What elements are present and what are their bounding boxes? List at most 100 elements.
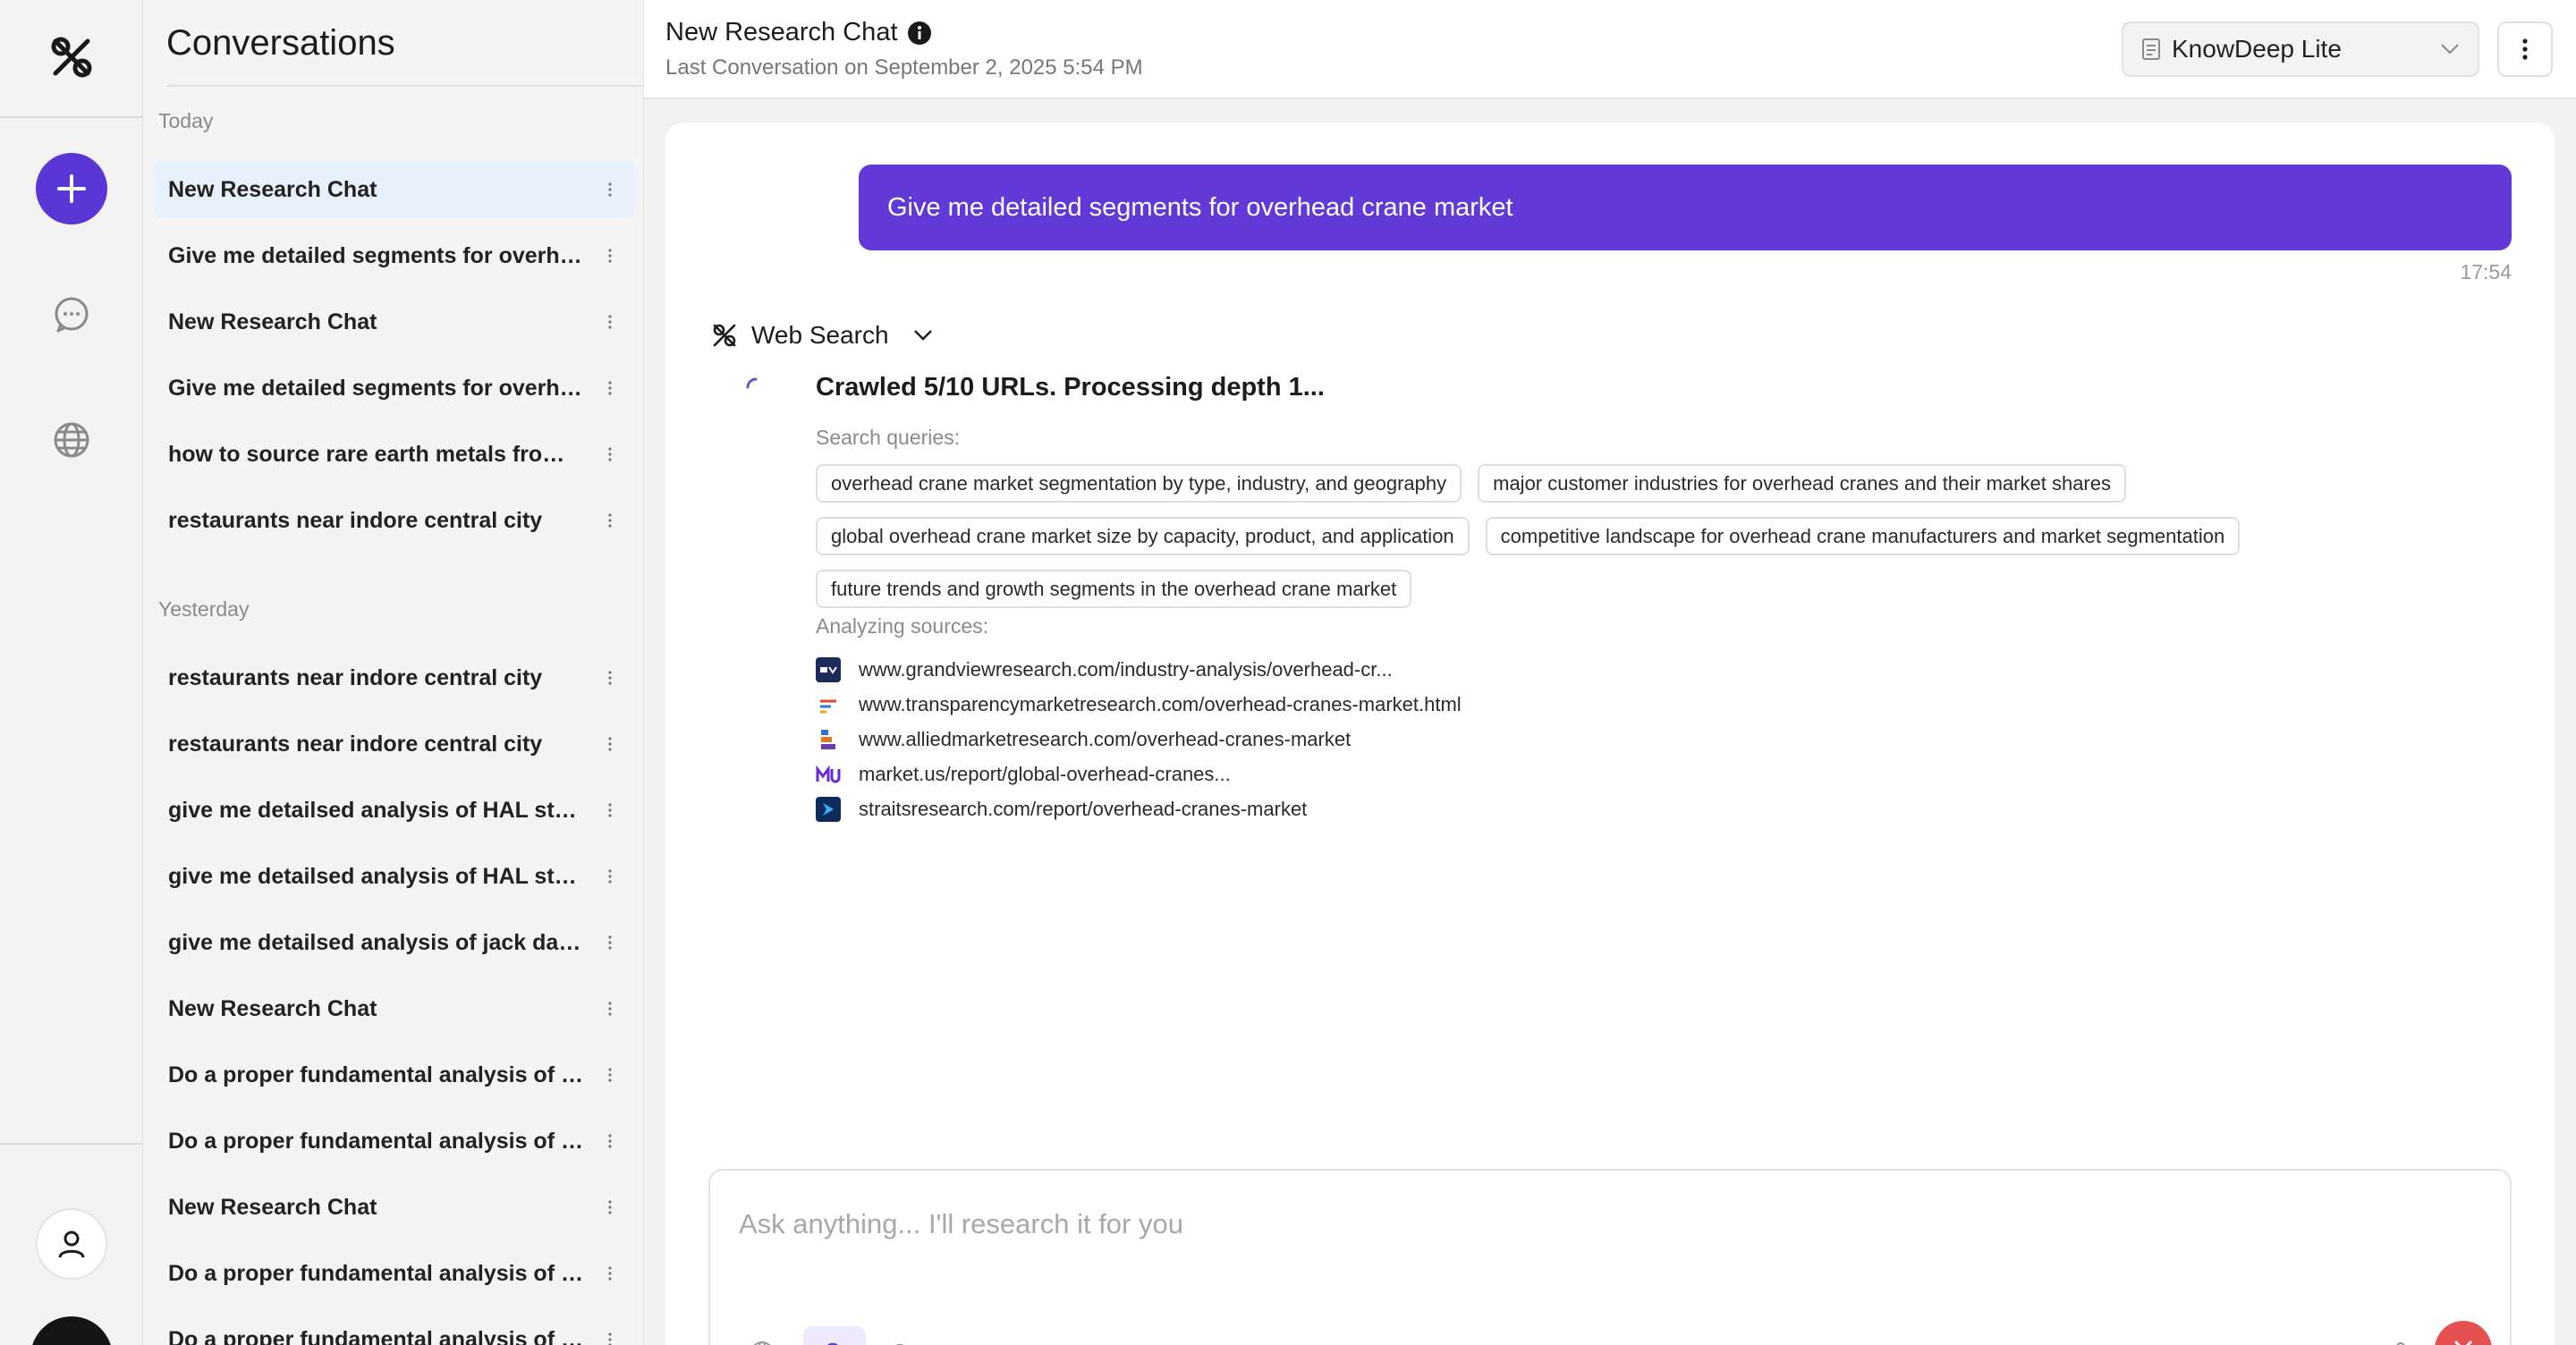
web-search-toggle[interactable]: Web Search bbox=[710, 321, 934, 350]
profile-button[interactable] bbox=[36, 1208, 107, 1280]
web-search-logo-icon bbox=[713, 324, 736, 347]
search-icon bbox=[895, 1343, 904, 1345]
conversation-item[interactable]: restaurants near indore central city bbox=[154, 649, 635, 706]
conversation-item[interactable]: give me detailsed analysis of jack danie… bbox=[154, 914, 635, 971]
conversation-item[interactable]: New Research Chat bbox=[154, 980, 635, 1037]
chevron-down-icon bbox=[2441, 44, 2459, 55]
knowdeep-logo-icon[interactable] bbox=[47, 32, 97, 82]
conversation-menu-icon[interactable] bbox=[599, 733, 621, 755]
conversation-item[interactable]: Do a proper fundamental analysis of each bbox=[154, 1112, 635, 1170]
conversation-menu-icon[interactable] bbox=[599, 1263, 621, 1284]
search-icon bbox=[826, 1342, 839, 1345]
new-chat-button[interactable] bbox=[36, 153, 107, 224]
conversation-item[interactable]: restaurants near indore central city bbox=[154, 715, 635, 773]
conversation-item[interactable]: Do a proper fundamental analysis of Comp… bbox=[154, 1245, 635, 1302]
chat-thread: Give me detailed segments for overhead c… bbox=[665, 123, 2555, 1345]
source-item[interactable]: www.alliedmarketresearch.com/overhead-cr… bbox=[816, 722, 1462, 757]
section-label-1: Yesterday bbox=[158, 597, 250, 621]
model-name: KnowDeep Lite bbox=[2172, 35, 2342, 63]
conversation-item[interactable]: Give me detailed segments for overhead c… bbox=[154, 360, 635, 417]
conversation-label: restaurants near indore central city bbox=[168, 731, 543, 757]
conversation-label: Give me detailed segments for overhead c… bbox=[168, 375, 583, 401]
conversation-label: restaurants near indore central city bbox=[168, 507, 543, 533]
conversation-item[interactable]: New Research Chat bbox=[154, 1179, 635, 1236]
more-options-button[interactable] bbox=[2497, 21, 2553, 77]
search-query-chip: global overhead crane market size by cap… bbox=[816, 517, 1470, 555]
search-query-chip: future trends and growth segments in the… bbox=[816, 570, 1412, 608]
conversation-menu-icon[interactable] bbox=[599, 1130, 621, 1152]
conversation-item[interactable]: Do a proper fundamental analysis of a co… bbox=[154, 1046, 635, 1104]
conversation-item[interactable]: how to source rare earth metals from Chi… bbox=[154, 426, 635, 483]
analyzing-sources-label: Analyzing sources: bbox=[816, 614, 989, 638]
conversation-label: New Research Chat bbox=[168, 176, 377, 202]
conversation-menu-icon[interactable] bbox=[599, 510, 621, 531]
section-label-0: Today bbox=[158, 109, 214, 132]
search-query-chips: overhead crane market segmentation by ty… bbox=[816, 464, 2336, 608]
web-search-label: Web Search bbox=[751, 321, 889, 349]
conversation-menu-icon[interactable] bbox=[599, 1064, 621, 1086]
source-url: www.grandviewresearch.com/industry-analy… bbox=[859, 657, 1393, 681]
conversation-item[interactable]: Do a proper fundamental analysis of Comp… bbox=[154, 1311, 635, 1345]
conversation-menu-icon[interactable] bbox=[599, 245, 621, 266]
message-timestamp: 17:54 bbox=[2460, 260, 2512, 283]
conversation-item[interactable]: New Research Chat bbox=[154, 161, 635, 218]
source-item[interactable]: www.grandviewresearch.com/industry-analy… bbox=[816, 652, 1462, 687]
conversation-menu-icon[interactable] bbox=[599, 998, 621, 1019]
model-select[interactable]: KnowDeep Lite bbox=[2122, 21, 2479, 77]
web-toggle-button[interactable] bbox=[746, 1337, 778, 1345]
conversation-item[interactable]: New Research Chat bbox=[154, 293, 635, 351]
conversation-menu-icon[interactable] bbox=[599, 1197, 621, 1218]
left-rail bbox=[0, 0, 143, 1345]
sidebar-title-rule bbox=[166, 85, 643, 87]
conversation-label: New Research Chat bbox=[168, 1194, 377, 1220]
conversation-menu-icon[interactable] bbox=[599, 799, 621, 821]
conversation-item[interactable]: give me detailsed analysis of HAL stock bbox=[154, 848, 635, 905]
source-item[interactable]: market.us/report/global-overhead-cranes.… bbox=[816, 757, 1462, 791]
conversation-menu-icon[interactable] bbox=[599, 377, 621, 399]
source-item[interactable]: www.transparencymarketresearch.com/overh… bbox=[816, 687, 1462, 722]
conversation-menu-icon[interactable] bbox=[599, 311, 621, 333]
theme-toggle-button[interactable] bbox=[30, 1316, 113, 1345]
main-panel: New Research Chat Last Conversation on S… bbox=[644, 0, 2576, 1345]
conversation-item[interactable]: restaurants near indore central city bbox=[154, 492, 635, 549]
quick-search-button[interactable] bbox=[886, 1337, 918, 1345]
chat-bubble-icon[interactable] bbox=[52, 295, 91, 334]
stop-button[interactable] bbox=[2435, 1321, 2492, 1345]
conversation-menu-icon[interactable] bbox=[599, 179, 621, 200]
search-query-chip: major customer industries for overhead c… bbox=[1478, 464, 2126, 503]
globe-icon bbox=[753, 1341, 771, 1345]
alliedmarketresearch-favicon-icon bbox=[816, 726, 841, 752]
source-url: www.transparencymarketresearch.com/overh… bbox=[859, 692, 1462, 715]
deep-search-button[interactable] bbox=[803, 1326, 866, 1345]
grandviewresearch-favicon-icon bbox=[816, 656, 841, 682]
microphone-button[interactable] bbox=[2385, 1337, 2417, 1345]
model-icon bbox=[2142, 38, 2160, 60]
globe-icon[interactable] bbox=[52, 420, 91, 460]
conversation-item[interactable]: give me detailsed analysis of HAL stock bbox=[154, 782, 635, 839]
search-queries-label: Search queries: bbox=[816, 426, 961, 449]
conversation-menu-icon[interactable] bbox=[599, 667, 621, 689]
plus-icon bbox=[57, 174, 86, 203]
conversation-item[interactable]: Give me detailed segments for overhead c… bbox=[154, 227, 635, 284]
transparencymarketresearch-favicon-icon bbox=[816, 691, 841, 717]
attach-button[interactable] bbox=[2338, 1337, 2370, 1345]
info-icon[interactable] bbox=[907, 21, 932, 46]
conversation-label: New Research Chat bbox=[168, 995, 377, 1021]
conversation-menu-icon[interactable] bbox=[599, 932, 621, 953]
conversation-menu-icon[interactable] bbox=[599, 1329, 621, 1345]
conversation-menu-icon[interactable] bbox=[599, 444, 621, 465]
loading-spinner-icon bbox=[746, 377, 758, 389]
conversation-label: Do a proper fundamental analysis of a co… bbox=[168, 1062, 583, 1087]
conversation-label: Give me detailed segments for overhead c… bbox=[168, 242, 583, 268]
composer bbox=[708, 1169, 2512, 1345]
conversations-sidebar: Conversations Today New Research Chat Give… bbox=[143, 0, 644, 1345]
search-query-chip: competitive landscape for overhead crane… bbox=[1485, 517, 2241, 555]
chat-title: New Research Chat bbox=[665, 18, 932, 47]
ask-input[interactable] bbox=[739, 1203, 2438, 1246]
straitsresearch-favicon-icon bbox=[816, 796, 841, 822]
source-item[interactable]: straitsresearch.com/report/overhead-cran… bbox=[816, 791, 1462, 826]
conversation-menu-icon[interactable] bbox=[599, 866, 621, 887]
conversation-label: Do a proper fundamental analysis of each bbox=[168, 1128, 583, 1154]
microphone-icon bbox=[2396, 1341, 2405, 1345]
conversation-label: give me detailsed analysis of HAL stock bbox=[168, 797, 583, 823]
